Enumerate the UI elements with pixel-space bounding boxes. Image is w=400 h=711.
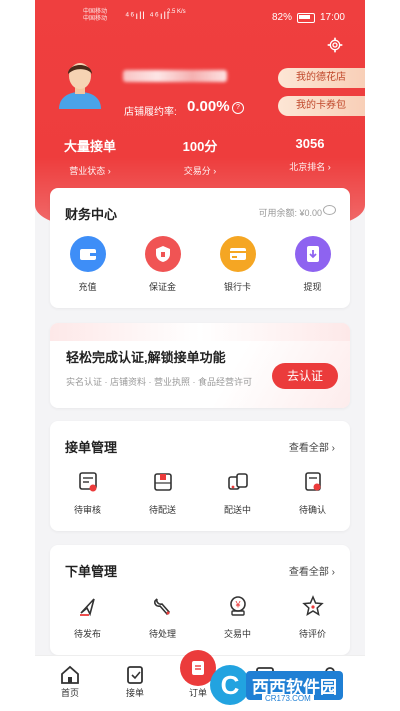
verification-subtitle: 实名认证 · 店铺资料 · 营业执照 · 食品经营许可: [66, 377, 252, 387]
receive-order-icon: [110, 664, 160, 686]
finance-title: 财务中心: [65, 207, 118, 222]
view-all-link[interactable]: 查看全部 ›: [289, 563, 335, 578]
bank-card-icon: [219, 236, 256, 272]
my-flower-shop-button[interactable]: 我的德花店: [278, 68, 365, 88]
my-coupon-button[interactable]: 我的卡券包: [278, 96, 365, 116]
watermark-url: CR173.COM: [262, 694, 314, 703]
tab-label: 首页: [60, 688, 79, 698]
watermark-mark: C: [210, 665, 250, 705]
status-label: 交易中: [223, 629, 251, 639]
status-label: 待配送: [148, 505, 176, 515]
review-icon: [75, 469, 101, 495]
fulfillment-rate-value: 0.00%: [187, 98, 230, 115]
purchase-management-card: 下单管理 查看全部 › 待发布 待处理 ¥ 交易中 待评价: [50, 545, 350, 655]
settings-gear-icon[interactable]: [327, 37, 343, 53]
status-pending-delivery[interactable]: 待配送: [128, 469, 198, 516]
stat-value: 100分: [182, 139, 218, 154]
app-screen: 中国移动 中国移动 ⁴⁶ıll ⁴⁶ıll 2.5 K/s 82% 17:00: [35, 0, 365, 711]
order-management-card: 接单管理 查看全部 › 待审核 待配送 配送中 待确认: [50, 421, 350, 531]
recharge-button[interactable]: 充值: [53, 236, 123, 293]
net-rate: 2.5 K/s: [167, 9, 186, 15]
home-icon: [45, 664, 95, 686]
purchase-status-row: 待发布 待处理 ¥ 交易中 待评价: [50, 593, 350, 640]
status-bar: 中国移动 中国移动 ⁴⁶ıll ⁴⁶ıll 2.5 K/s 82% 17:00: [35, 9, 365, 29]
order-management-title: 接单管理: [65, 440, 118, 455]
carrier-2: 中国移动: [83, 16, 108, 22]
fulfillment-rate-label: 店铺履约率:: [124, 107, 177, 118]
stats-row: 大量接单 营业状态 › 100分 交易分 › 3056 北京排名 ›: [35, 136, 365, 177]
stat-trade-score[interactable]: 100分 交易分 ›: [145, 136, 255, 177]
star-icon: [300, 593, 326, 619]
watermark-logo: C 西西软件园 CR173.COM: [210, 664, 385, 706]
help-icon[interactable]: ?: [232, 102, 244, 114]
status-trading[interactable]: ¥ 交易中: [203, 593, 273, 640]
shield-icon: [144, 236, 181, 272]
status-delivering[interactable]: 配送中: [203, 469, 273, 516]
trade-icon: ¥: [225, 593, 251, 619]
stat-ranking[interactable]: 3056 北京排名 ›: [255, 136, 365, 177]
finance-card: 财务中心 可用余额: ¥0.00 充值 保证金 银行卡 提现: [50, 188, 350, 308]
stat-value: 大量接单: [63, 139, 116, 154]
carrier-info: 中国移动 中国移动: [83, 9, 107, 23]
verification-title: 轻松完成认证,解锁接单功能: [66, 350, 226, 365]
stat-value: 3056: [295, 136, 325, 151]
carrier-1: 中国移动: [83, 9, 108, 15]
deposit-button[interactable]: 保证金: [128, 236, 198, 293]
purchase-management-title: 下单管理: [65, 564, 118, 579]
stat-label: 营业状态 ›: [69, 166, 111, 176]
status-label: 待评价: [298, 629, 326, 639]
confirm-icon: [300, 469, 326, 495]
status-pending-review[interactable]: 待审核: [53, 469, 123, 516]
signal-icon: ⁴⁶ıll ⁴⁶ıll: [125, 11, 171, 22]
tab-home[interactable]: 首页: [45, 664, 95, 699]
battery-percent: 82%: [271, 12, 292, 23]
clock: 17:00: [319, 12, 345, 23]
withdraw-button[interactable]: 提现: [278, 236, 348, 293]
bank-card-button[interactable]: 银行卡: [203, 236, 273, 293]
withdraw-icon: [294, 236, 331, 272]
status-label: 待发布: [73, 629, 101, 639]
delivery-icon: [225, 469, 251, 495]
avatar[interactable]: [55, 57, 105, 109]
status-pending-confirm[interactable]: 待确认: [278, 469, 348, 516]
available-balance: 可用余额: ¥0.00: [258, 208, 322, 218]
finance-label: 银行卡: [223, 282, 251, 292]
status-to-publish[interactable]: 待发布: [53, 593, 123, 640]
tab-receive[interactable]: 接单: [110, 664, 160, 699]
status-label: 待确认: [298, 505, 326, 515]
store-name-blurred: [123, 70, 227, 82]
order-status-row: 待审核 待配送 配送中 待确认: [50, 469, 350, 516]
finance-label: 提现: [303, 282, 322, 292]
finance-actions: 充值 保证金 银行卡 提现: [50, 236, 350, 293]
battery-icon: [296, 12, 315, 23]
eye-icon[interactable]: [323, 205, 336, 215]
status-right: 82% 17:00: [272, 12, 345, 23]
status-label: 待处理: [148, 629, 176, 639]
status-label: 待审核: [73, 505, 101, 515]
wrench-icon: [150, 593, 176, 619]
stat-label: 北京排名 ›: [289, 162, 331, 172]
wallet-icon: [69, 236, 106, 272]
finance-label: 充值: [78, 282, 97, 292]
status-to-process[interactable]: 待处理: [128, 593, 198, 640]
verification-banner: 轻松完成认证,解锁接单功能 实名认证 · 店铺资料 · 营业执照 · 食品经营许…: [50, 323, 350, 408]
view-all-link[interactable]: 查看全部 ›: [289, 439, 335, 454]
status-to-review[interactable]: 待评价: [278, 593, 348, 640]
stat-business-status[interactable]: 大量接单 营业状态 ›: [35, 136, 145, 177]
go-verify-button[interactable]: 去认证: [272, 363, 338, 389]
finance-label: 保证金: [148, 282, 176, 292]
package-icon: [150, 469, 176, 495]
tab-label: 接单: [125, 688, 144, 698]
stat-label: 交易分 ›: [183, 166, 217, 176]
status-label: 配送中: [223, 505, 251, 515]
send-icon: [75, 593, 101, 619]
svg-text:¥: ¥: [234, 600, 241, 610]
banner-decoration: [50, 323, 350, 341]
